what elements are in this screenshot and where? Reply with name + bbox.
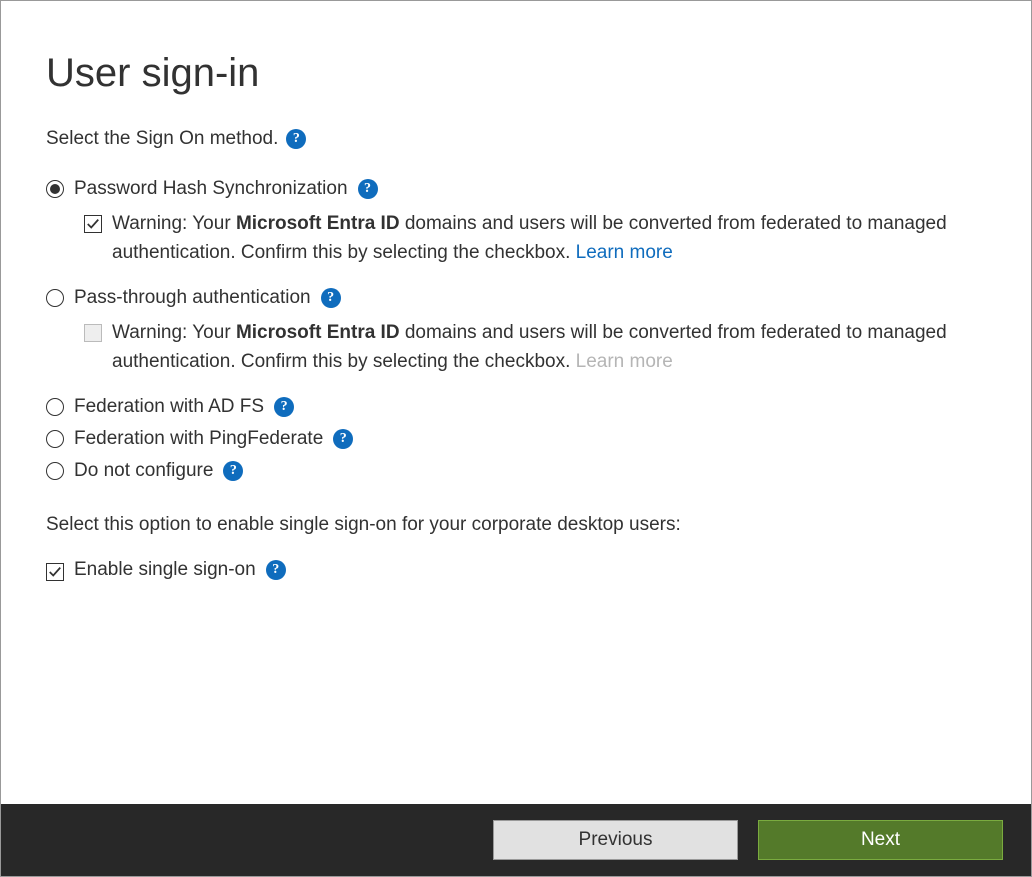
radio-label-phs: Password Hash Synchronization [74,178,348,200]
help-icon[interactable]: ? [321,288,341,308]
radio-none[interactable] [46,462,64,480]
pta-confirm-checkbox [84,324,102,342]
radio-row-ping[interactable]: Federation with PingFederate ? [46,428,986,450]
radio-label-ping: Federation with PingFederate [74,428,323,450]
pta-warning-text: Warning: Your Microsoft Entra ID domains… [112,319,986,376]
radio-pta[interactable] [46,289,64,307]
radio-label-none: Do not configure [74,460,213,482]
phs-warning-text: Warning: Your Microsoft Entra ID domains… [112,210,986,267]
select-method-instruction: Select the Sign On method. ? [46,128,986,150]
phs-warning-row: Warning: Your Microsoft Entra ID domains… [84,210,986,267]
sso-row[interactable]: Enable single sign-on ? [46,558,986,581]
option-phs: Password Hash Synchronization ? Warning:… [46,178,986,267]
main-content: User sign-in Select the Sign On method. … [1,1,1031,581]
sso-section-text: Select this option to enable single sign… [46,514,986,536]
help-icon[interactable]: ? [358,179,378,199]
radio-row-pta[interactable]: Pass-through authentication ? [46,287,986,309]
phs-learn-more-link[interactable]: Learn more [576,242,673,263]
help-icon[interactable]: ? [223,461,243,481]
pta-warning-row: Warning: Your Microsoft Entra ID domains… [84,319,986,376]
pta-learn-more-link: Learn more [576,351,673,372]
help-icon[interactable]: ? [286,129,306,149]
radio-row-none[interactable]: Do not configure ? [46,460,986,482]
help-icon[interactable]: ? [274,397,294,417]
phs-confirm-checkbox[interactable] [84,215,102,233]
sso-checkbox[interactable] [46,563,64,581]
help-icon[interactable]: ? [266,560,286,580]
radio-label-pta: Pass-through authentication [74,287,311,309]
radio-ping[interactable] [46,430,64,448]
next-button[interactable]: Next [758,820,1003,860]
select-method-label: Select the Sign On method. [46,128,278,150]
radio-label-adfs: Federation with AD FS [74,396,264,418]
radio-row-adfs[interactable]: Federation with AD FS ? [46,396,986,418]
page-title: User sign-in [46,51,986,96]
sso-label: Enable single sign-on [74,559,256,581]
option-pta: Pass-through authentication ? Warning: Y… [46,287,986,376]
radio-row-phs[interactable]: Password Hash Synchronization ? [46,178,986,200]
radio-phs[interactable] [46,180,64,198]
footer-bar: Previous Next [1,804,1031,876]
previous-button[interactable]: Previous [493,820,738,860]
radio-adfs[interactable] [46,398,64,416]
help-icon[interactable]: ? [333,429,353,449]
